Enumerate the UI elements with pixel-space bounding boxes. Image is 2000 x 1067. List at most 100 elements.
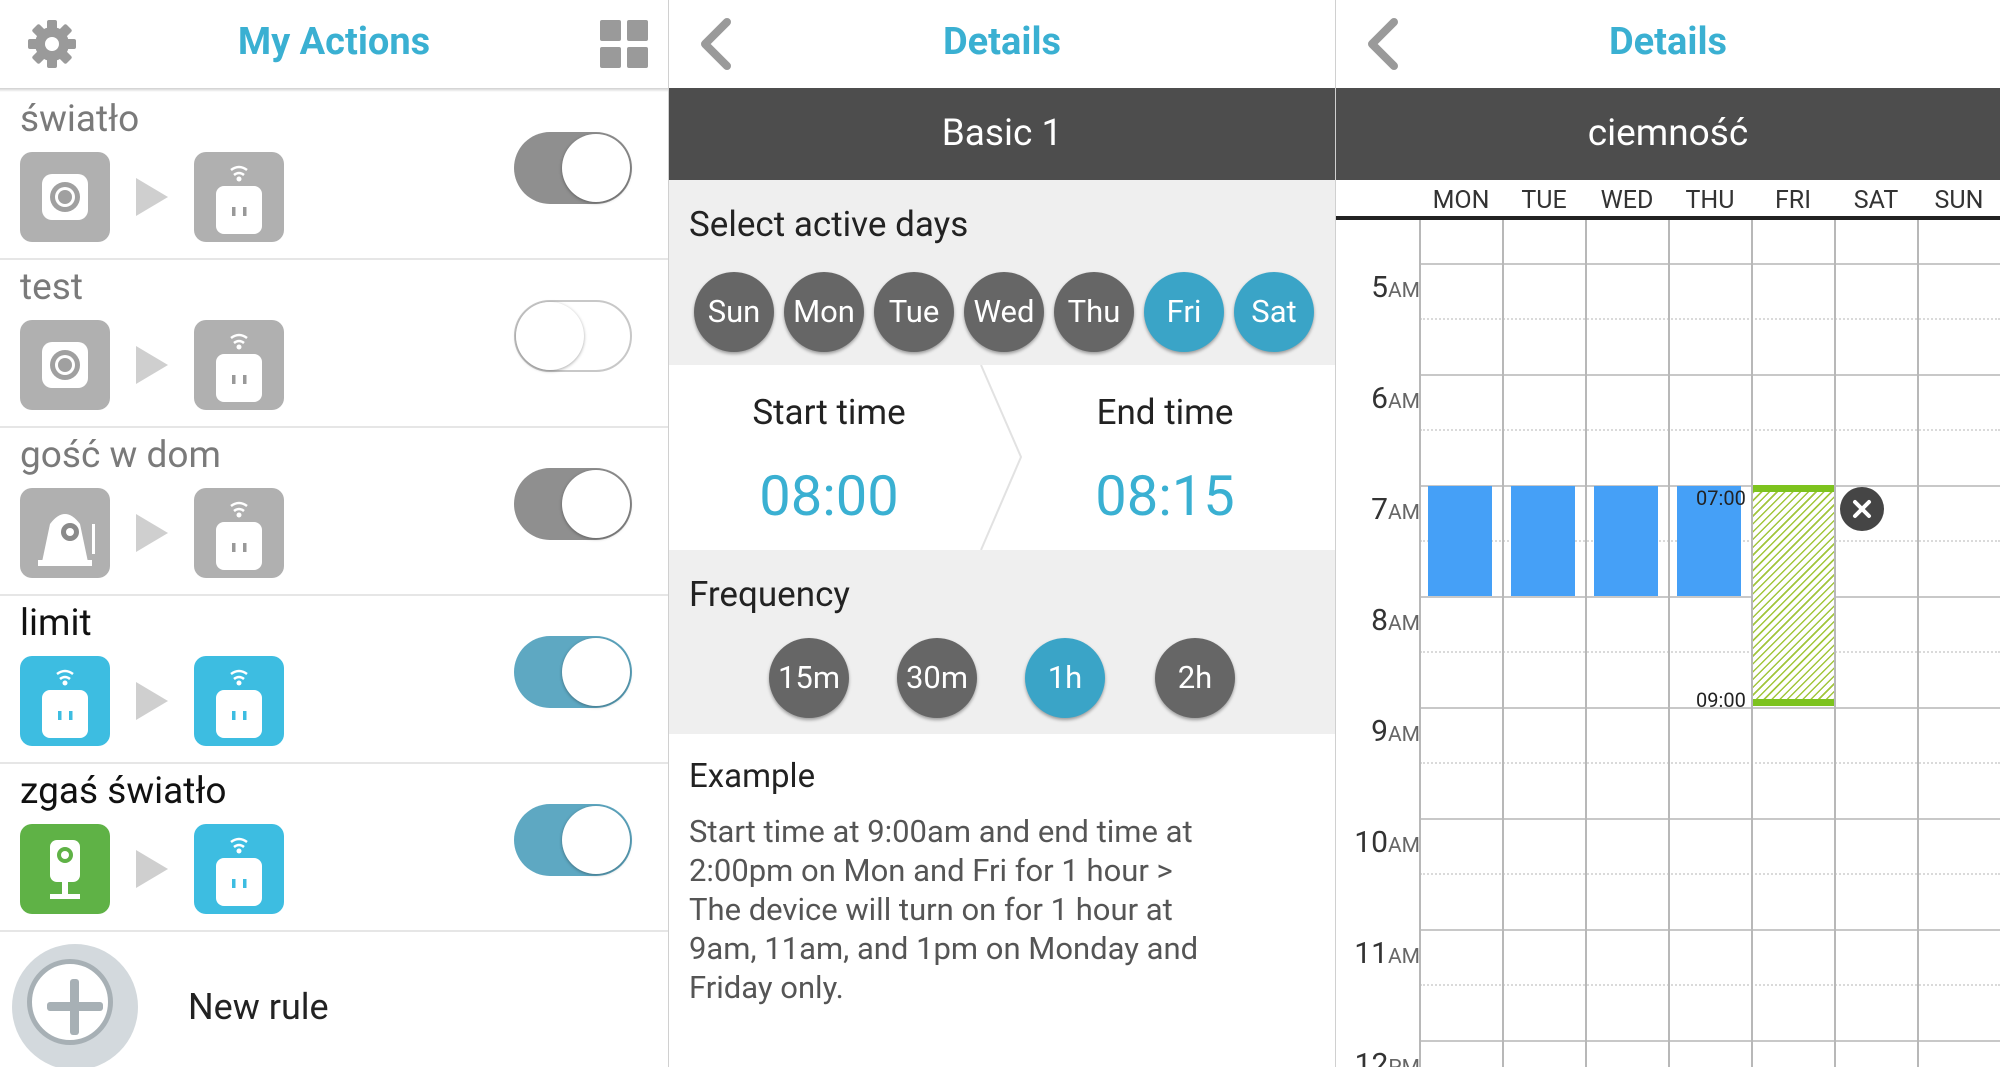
schedule-block-tue[interactable] xyxy=(1511,486,1575,596)
start-time-label: Start time xyxy=(752,392,906,433)
hour-label: 8AM xyxy=(1344,603,1420,638)
hour-number: 10 xyxy=(1354,825,1388,860)
editing-block-fri[interactable] xyxy=(1753,486,1834,704)
delete-block-close-icon[interactable] xyxy=(1840,487,1884,531)
schedule-block-wed[interactable] xyxy=(1594,486,1658,596)
rule-row[interactable]: limit xyxy=(0,594,668,764)
grid-line xyxy=(1420,263,2000,265)
example-title: Example xyxy=(689,757,816,796)
hour-suffix: AM xyxy=(1387,501,1420,525)
camera-sensor-icon xyxy=(20,320,110,410)
rule-row[interactable]: światło xyxy=(0,90,668,260)
editing-block-end-handle[interactable] xyxy=(1753,699,1834,706)
toggle-knob xyxy=(562,638,630,706)
day-pill-sun[interactable]: Sun xyxy=(694,272,774,352)
new-rule-label: New rule xyxy=(188,986,329,1028)
half-hour-line xyxy=(1420,873,2000,875)
grid-line xyxy=(1502,220,1504,1067)
grid-view-icon[interactable] xyxy=(600,20,648,68)
grid-line xyxy=(1420,818,2000,820)
frequency-pill-2h[interactable]: 2h xyxy=(1155,638,1235,718)
rule-toggle[interactable] xyxy=(514,804,632,876)
frequency-pill-1h[interactable]: 1h xyxy=(1025,638,1105,718)
rule-name: test xyxy=(20,266,83,309)
page-title: My Actions xyxy=(237,20,431,64)
play-arrow-icon xyxy=(136,682,168,720)
active-days-section: Select active days Sun Mon Tue Wed Thu F… xyxy=(669,180,1335,365)
editing-start-time: 07:00 xyxy=(1696,486,1746,510)
rule-toggle[interactable] xyxy=(514,132,632,204)
dome-camera-icon xyxy=(20,488,110,578)
page-title: Details xyxy=(942,20,1062,64)
grid-line xyxy=(1917,220,1919,1067)
time-section: Start time 08:00 End time 08:15 xyxy=(669,365,1335,550)
select-days-label: Select active days xyxy=(689,204,969,245)
frequency-pill-15m[interactable]: 15m xyxy=(769,638,849,718)
day-pill-tue[interactable]: Tue xyxy=(874,272,954,352)
frequency-pill-30m[interactable]: 30m xyxy=(897,638,977,718)
hour-suffix: AM xyxy=(1387,723,1420,747)
hour-suffix: AM xyxy=(1387,834,1420,858)
add-circle-icon xyxy=(12,944,138,1067)
smart-plug-icon xyxy=(194,320,284,410)
day-pill-fri[interactable]: Fri xyxy=(1144,272,1224,352)
end-time-label: End time xyxy=(1096,392,1234,433)
day-pill-sat[interactable]: Sat xyxy=(1234,272,1314,352)
start-time-control[interactable]: Start time 08:00 xyxy=(669,365,999,550)
hour-suffix: AM xyxy=(1387,612,1420,636)
camera-sensor-icon xyxy=(20,152,110,242)
start-time-value: 08:00 xyxy=(759,463,899,529)
toggle-knob xyxy=(562,134,630,202)
smart-plug-icon xyxy=(194,824,284,914)
play-arrow-icon xyxy=(136,346,168,384)
half-hour-line xyxy=(1420,651,2000,653)
smart-plug-icon xyxy=(20,656,110,746)
hour-label: 6AM xyxy=(1344,381,1420,416)
rule-name: zgaś światło xyxy=(20,770,227,813)
hour-number: 12 xyxy=(1354,1047,1389,1067)
play-arrow-icon xyxy=(136,178,168,216)
day-pill-wed[interactable]: Wed xyxy=(964,272,1044,352)
hour-number: 8 xyxy=(1371,603,1388,638)
smart-plug-icon xyxy=(194,656,284,746)
details-panel: Details Basic 1 Select active days Sun M… xyxy=(669,0,1335,1067)
day-pill-thu[interactable]: Thu xyxy=(1054,272,1134,352)
hour-suffix: AM xyxy=(1387,390,1420,414)
rule-row[interactable]: test xyxy=(0,258,668,428)
grid-line xyxy=(1585,220,1587,1067)
smart-plug-icon xyxy=(194,152,284,242)
half-hour-line xyxy=(1420,762,2000,764)
hour-label: 7AM xyxy=(1344,492,1420,527)
frequency-section: Frequency 15m 30m 1h 2h xyxy=(669,550,1335,734)
day-pill-mon[interactable]: Mon xyxy=(784,272,864,352)
hour-suffix: AM xyxy=(1387,279,1420,303)
schedule-name-bar: Basic 1 xyxy=(669,88,1335,180)
grid-line xyxy=(1420,374,2000,376)
hour-label: 11AM xyxy=(1344,936,1420,971)
top-bar: My Actions xyxy=(0,0,668,88)
hour-number: 7 xyxy=(1371,492,1388,527)
schedule-grid[interactable]: 5AM 6AM 7AM 8AM 9AM 10AM 11AM 12PM 07:00… xyxy=(1336,0,2000,1067)
smart-plug-icon xyxy=(194,488,284,578)
end-time-control[interactable]: End time 08:15 xyxy=(1005,365,1335,550)
new-rule-button[interactable]: New rule xyxy=(0,932,668,1067)
rule-toggle[interactable] xyxy=(514,300,632,372)
rule-toggle[interactable] xyxy=(514,468,632,540)
hour-label: 9AM xyxy=(1344,714,1420,749)
schedule-grid-panel: Details ciemność MON TUE WED THU FRI SAT… xyxy=(1336,0,2000,1067)
top-bar: Details xyxy=(669,0,1335,88)
rule-row[interactable]: gość w dom xyxy=(0,426,668,596)
rule-toggle[interactable] xyxy=(514,636,632,708)
toggle-knob xyxy=(562,470,630,538)
hour-number: 9 xyxy=(1371,714,1388,749)
toggle-knob xyxy=(516,302,584,370)
half-hour-line xyxy=(1420,429,2000,431)
editing-block-start-handle[interactable] xyxy=(1753,485,1834,492)
frequency-label: Frequency xyxy=(689,574,850,615)
play-arrow-icon xyxy=(136,850,168,888)
end-time-value: 08:15 xyxy=(1095,463,1235,529)
schedule-block-mon[interactable] xyxy=(1428,486,1492,596)
rule-row[interactable]: zgaś światło xyxy=(0,762,668,932)
rule-name: światło xyxy=(20,98,140,141)
grid-line xyxy=(1834,220,1836,1067)
